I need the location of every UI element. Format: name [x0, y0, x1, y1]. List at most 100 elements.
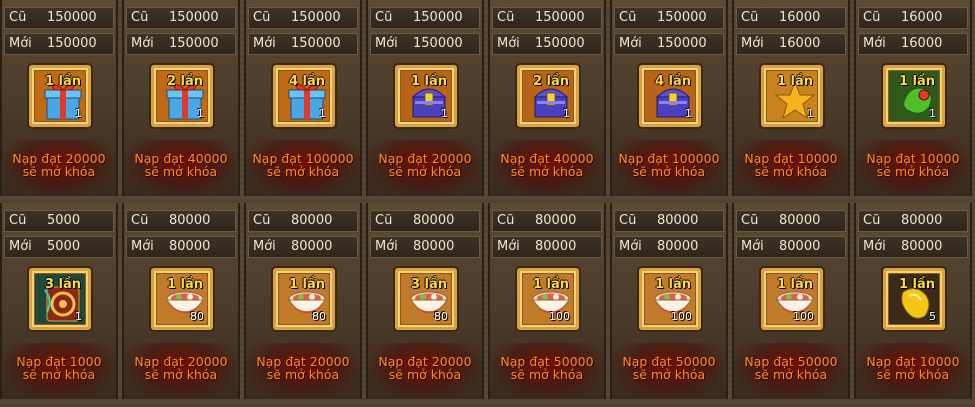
item-slot[interactable]: 1 lần 1 [761, 65, 823, 127]
reward-card[interactable]: Cũ 150000 Mới 150000 2 lần 1 Nạp đạt 40000 sẽ m… [488, 0, 606, 196]
reward-card[interactable]: Cũ 80000 Mới 80000 3 lần 80 Nạp đạt 20000 sẽ mở… [366, 203, 484, 399]
new-price-row: Mới 150000 [126, 33, 236, 55]
old-price-label: Cũ [253, 10, 271, 25]
reward-card[interactable]: Cũ 150000 Mới 150000 1 lần 1 Nạp đạt 20000 sẽ m… [0, 0, 118, 196]
item-slot[interactable]: 1 lần 100 [517, 268, 579, 330]
new-price-value: 16000 [779, 36, 821, 51]
old-price-row: Cũ 150000 [492, 7, 602, 29]
item-slot[interactable]: 1 lần 80 [151, 268, 213, 330]
new-price-row: Mới 80000 [370, 236, 480, 258]
item-quantity: 1 [197, 107, 204, 120]
reward-card[interactable]: Cũ 80000 Mới 80000 1 lần 100 Nạp đạt 50000 sẽ m… [610, 203, 728, 399]
new-price-value: 80000 [169, 239, 211, 254]
reward-card[interactable]: Cũ 150000 Mới 150000 4 lần 1 Nạp đạt 100000 sẽ … [244, 0, 362, 196]
item-slot[interactable]: 4 lần 1 [639, 65, 701, 127]
item-slot[interactable]: 4 lần 1 [273, 65, 335, 127]
reward-card[interactable]: Cũ 5000 Mới 5000 3 lần 1 Nạp đạt 1000 sẽ mở khó… [0, 203, 118, 399]
new-price-label: Mới [497, 239, 520, 254]
old-price-row: Cũ 150000 [4, 7, 114, 29]
item-slot[interactable]: 1 lần 5 [883, 268, 945, 330]
unlock-note: sẽ mở khóa [632, 367, 706, 382]
reward-card[interactable]: Cũ 80000 Mới 80000 1 lần 100 Nạp đạt 50000 sẽ m… [488, 203, 606, 399]
item-slot[interactable]: 2 lần 1 [151, 65, 213, 127]
new-price-label: Mới [131, 239, 154, 254]
unlock-note: sẽ mở khóa [144, 164, 218, 179]
unlock-note: sẽ mở khóa [144, 367, 218, 382]
item-slot[interactable]: 3 lần 80 [395, 268, 457, 330]
new-price-value: 150000 [47, 36, 97, 51]
old-price-label: Cũ [9, 10, 27, 25]
old-price-value: 16000 [901, 10, 943, 25]
old-price-row: Cũ 16000 [736, 7, 846, 29]
purchase-limit: 3 lần [410, 277, 447, 292]
old-price-row: Cũ 16000 [858, 7, 968, 29]
unlock-note: sẽ mở khóa [754, 164, 828, 179]
reward-card[interactable]: Cũ 80000 Mới 80000 1 lần 5 Nạp đạt 10000 sẽ mở … [854, 203, 972, 399]
item-slot[interactable]: 1 lần 1 [395, 65, 457, 127]
old-price-label: Cũ [741, 213, 759, 228]
item-slot-bg: 3 lần 80 [401, 274, 451, 324]
new-price-label: Mới [375, 239, 398, 254]
item-quantity: 1 [441, 107, 448, 120]
new-price-value: 150000 [413, 36, 463, 51]
new-price-label: Mới [619, 239, 642, 254]
reward-card[interactable]: Cũ 150000 Mới 150000 2 lần 1 Nạp đạt 40000 sẽ m… [122, 0, 240, 196]
old-price-label: Cũ [131, 10, 149, 25]
new-price-value: 80000 [535, 239, 577, 254]
new-price-row: Mới 80000 [248, 236, 358, 258]
old-price-label: Cũ [619, 213, 637, 228]
item-slot-bg: 4 lần 1 [645, 71, 695, 121]
new-price-value: 80000 [779, 239, 821, 254]
item-slot[interactable]: 1 lần 1 [883, 65, 945, 127]
new-price-row: Mới 80000 [736, 236, 846, 258]
new-price-value: 150000 [291, 36, 341, 51]
unlock-note: sẽ mở khóa [266, 164, 340, 179]
new-price-row: Mới 150000 [370, 33, 480, 55]
item-slot-bg: 1 lần 80 [157, 274, 207, 324]
item-quantity: 1 [563, 107, 570, 120]
item-slot[interactable]: 3 lần 1 [29, 268, 91, 330]
item-slot[interactable]: 1 lần 80 [273, 268, 335, 330]
new-price-value: 16000 [901, 36, 943, 51]
item-slot-bg: 1 lần 100 [767, 274, 817, 324]
purchase-limit: 4 lần [654, 74, 691, 89]
item-slot[interactable]: 2 lần 1 [517, 65, 579, 127]
new-price-value: 150000 [169, 36, 219, 51]
old-price-label: Cũ [863, 213, 881, 228]
old-price-row: Cũ 80000 [614, 210, 724, 232]
old-price-row: Cũ 80000 [370, 210, 480, 232]
new-price-row: Mới 80000 [126, 236, 236, 258]
purchase-limit: 1 lần [288, 277, 325, 292]
reward-card[interactable]: Cũ 80000 Mới 80000 1 lần 100 Nạp đạt 50000 sẽ m… [732, 203, 850, 399]
item-quantity: 1 [319, 107, 326, 120]
purchase-limit: 1 lần [776, 74, 813, 89]
new-price-label: Mới [741, 239, 764, 254]
unlock-note: sẽ mở khóa [876, 367, 950, 382]
reward-card[interactable]: Cũ 80000 Mới 80000 1 lần 80 Nạp đạt 20000 sẽ mở… [244, 203, 362, 399]
new-price-label: Mới [253, 36, 276, 51]
reward-card[interactable]: Cũ 150000 Mới 150000 4 lần 1 Nạp đạt 100000 sẽ … [610, 0, 728, 196]
purchase-limit: 1 lần [898, 277, 935, 292]
purchase-limit: 4 lần [288, 74, 325, 89]
new-price-value: 80000 [657, 239, 699, 254]
item-slot[interactable]: 1 lần 100 [761, 268, 823, 330]
purchase-limit: 1 lần [166, 277, 203, 292]
old-price-label: Cũ [9, 213, 27, 228]
old-price-label: Cũ [497, 10, 515, 25]
item-slot-bg: 4 lần 1 [279, 71, 329, 121]
old-price-value: 80000 [413, 213, 455, 228]
item-slot[interactable]: 1 lần 100 [639, 268, 701, 330]
reward-card[interactable]: Cũ 80000 Mới 80000 1 lần 80 Nạp đạt 20000 sẽ mở… [122, 203, 240, 399]
old-price-value: 80000 [779, 213, 821, 228]
shop-grid: Cũ 150000 Mới 150000 1 lần 1 Nạp đạt 20000 sẽ m… [0, 0, 975, 407]
reward-card[interactable]: Cũ 16000 Mới 16000 1 lần 1 Nạp đạt 10000 sẽ mở … [732, 0, 850, 196]
new-price-label: Mới [497, 36, 520, 51]
old-price-label: Cũ [741, 10, 759, 25]
purchase-limit: 2 lần [166, 74, 203, 89]
reward-card[interactable]: Cũ 150000 Mới 150000 1 lần 1 Nạp đạt 20000 sẽ m… [366, 0, 484, 196]
new-price-row: Mới 16000 [858, 33, 968, 55]
reward-card[interactable]: Cũ 16000 Mới 16000 1 lần 1 Nạp đạt 10000 sẽ mở … [854, 0, 972, 196]
item-slot[interactable]: 1 lần 1 [29, 65, 91, 127]
new-price-row: Mới 80000 [858, 236, 968, 258]
old-price-value: 5000 [47, 213, 81, 228]
